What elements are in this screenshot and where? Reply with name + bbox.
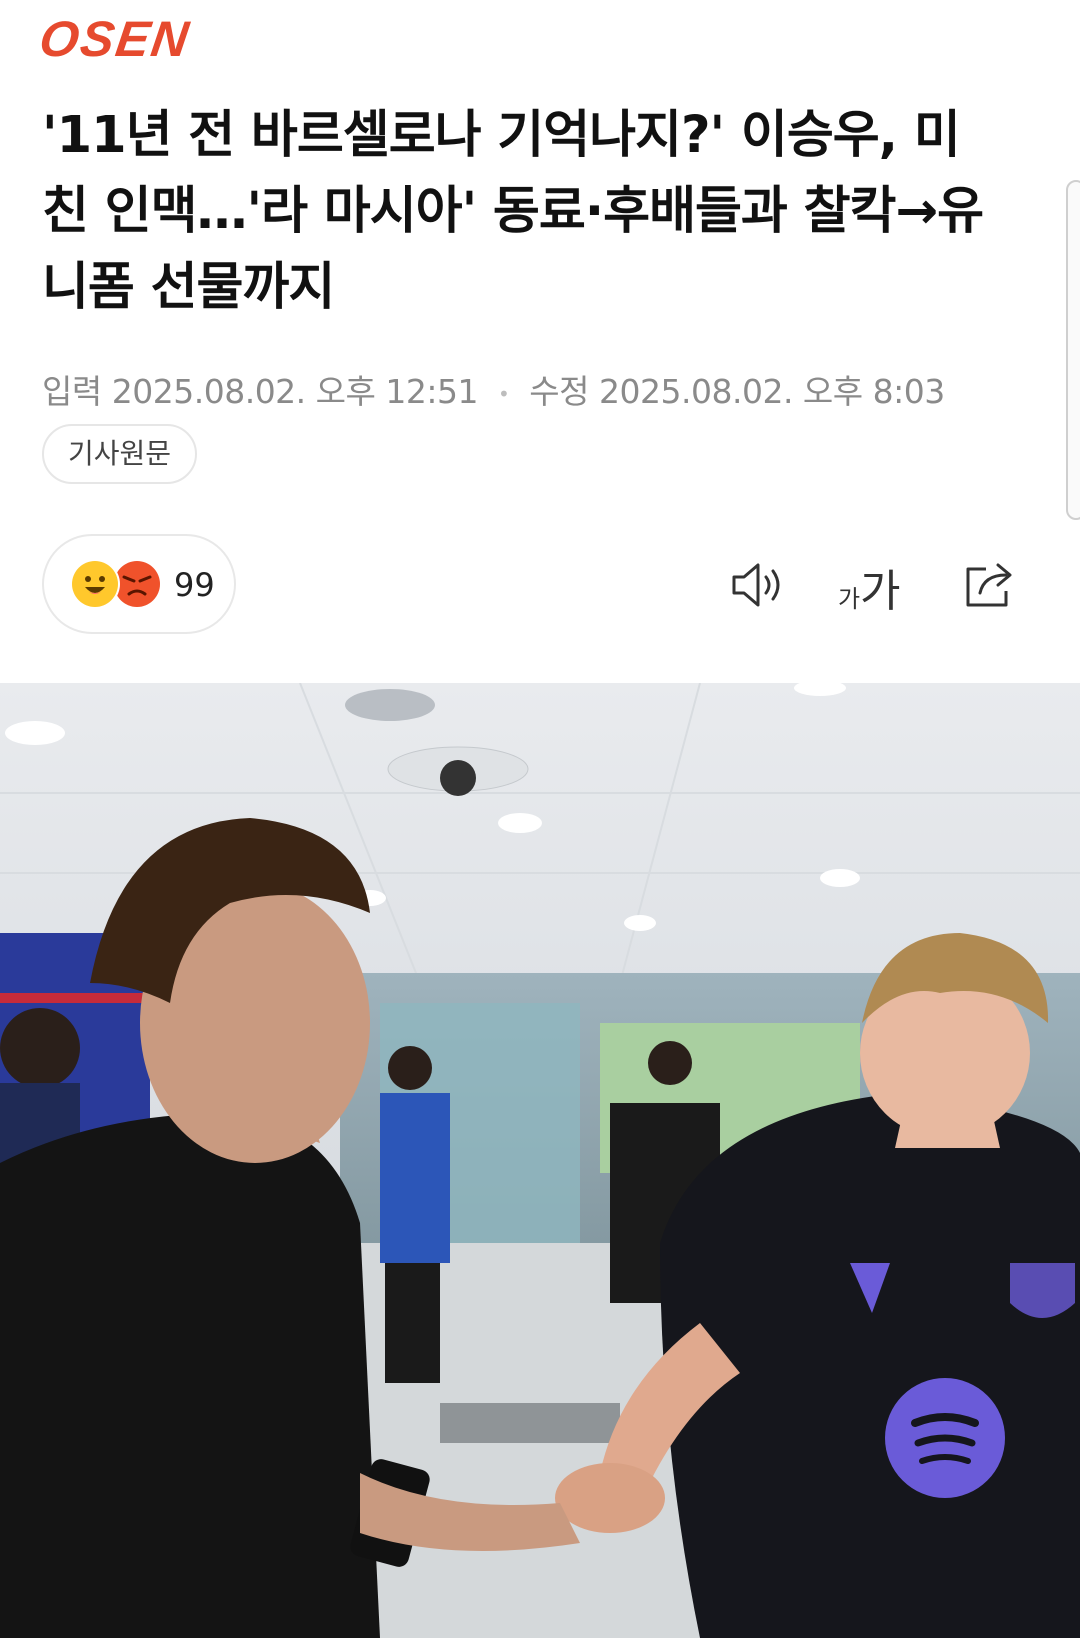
osen-logo[interactable]: OSEN: [36, 10, 194, 68]
angry-emoji-icon: [114, 561, 160, 607]
scroll-handle[interactable]: [1066, 180, 1080, 520]
font-small-label: 가: [838, 585, 861, 613]
speaker-icon[interactable]: [728, 555, 788, 615]
reaction-count: 99: [174, 566, 215, 604]
published-label: 입력: [42, 372, 102, 411]
font-size-button[interactable]: 가 가: [838, 555, 908, 617]
published-time: 2025.08.02. 오후 12:51: [111, 372, 479, 411]
modified-time: 2025.08.02. 오후 8:03: [599, 372, 945, 411]
smile-emoji-icon: [72, 561, 118, 607]
modified-label: 수정: [529, 372, 589, 411]
article-photo: [0, 680, 1080, 1638]
original-article-button[interactable]: 기사원문: [42, 424, 198, 484]
font-large-label: 가: [860, 566, 901, 617]
share-icon[interactable]: [960, 555, 1020, 615]
article-title: '11년 전 바르셀로나 기억나지?' 이승우, 미친 인맥…'라 마시아' 동…: [42, 106, 984, 317]
article-meta: 입력 2025.08.02. 오후 12:51 • 수정 2025.08.02.…: [42, 365, 945, 413]
meta-separator: •: [497, 381, 510, 406]
reaction-button[interactable]: 99: [42, 534, 236, 634]
